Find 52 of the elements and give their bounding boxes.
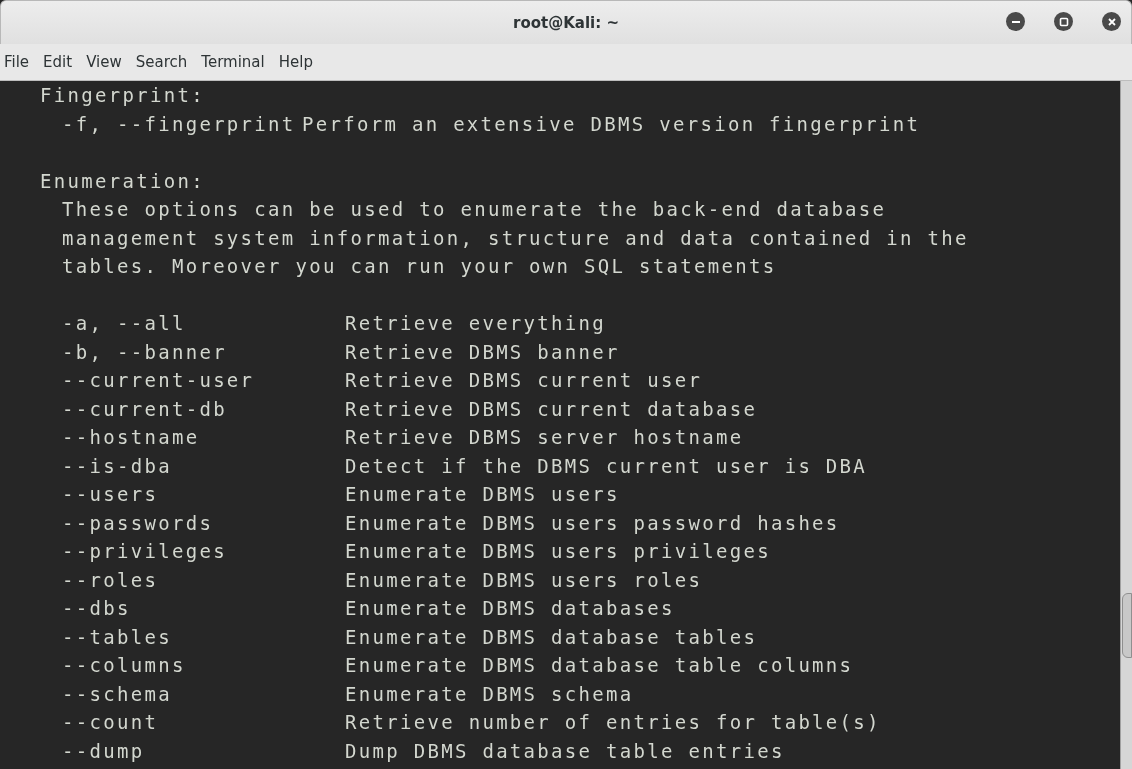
option-label: --schema — [62, 681, 172, 707]
option-description: Retrieve DBMS current user — [345, 368, 703, 393]
option-description: Retrieve DBMS banner — [345, 339, 620, 365]
close-icon — [1106, 16, 1117, 27]
option-description: Retrieve number of entries for table(s) — [345, 710, 881, 735]
menu-item[interactable]: Edit — [43, 53, 73, 71]
option-description: Dump DBMS database table entries — [345, 738, 785, 764]
option-label: -a, --all — [62, 311, 186, 336]
section-heading: Fingerprint: — [40, 83, 206, 108]
menu-item[interactable]: Help — [278, 53, 313, 71]
option-label: --roles — [62, 567, 159, 593]
option-label: --current-db — [62, 396, 227, 422]
option-description: Retrieve DBMS current database — [345, 396, 758, 422]
option-label: --tables — [62, 624, 172, 650]
minimize-button[interactable] — [1006, 12, 1025, 31]
menu-item[interactable]: File — [4, 53, 30, 71]
option-description: Perform an extensive DBMS version fingerprint — [302, 111, 921, 137]
option-label: --dump — [62, 738, 145, 764]
option-label: --dbs — [62, 596, 131, 621]
scrollbar-thumb[interactable] — [1122, 593, 1132, 658]
option-label: --count — [62, 710, 159, 735]
option-label: -f, --fingerprint — [62, 111, 296, 137]
description-line: tables. Moreover you can run your own SQL statements — [61, 254, 778, 279]
menu-item[interactable]: Terminal — [201, 53, 265, 71]
maximize-button[interactable] — [1054, 12, 1073, 31]
description-line: These options can be used to enumerate the back-end database — [61, 197, 888, 222]
menu-item[interactable]: View — [86, 53, 122, 71]
option-label: --current-user — [62, 368, 255, 393]
maximize-icon — [1058, 16, 1069, 27]
option-label: --hostname — [62, 425, 200, 450]
menu-item[interactable]: Search — [135, 53, 188, 71]
option-label: --users — [62, 482, 159, 507]
description-line: management system information, structure and data contained in the — [61, 225, 970, 251]
option-description: Retrieve everything — [345, 311, 607, 336]
option-description: Enumerate DBMS users roles — [345, 567, 703, 593]
option-label: --passwords — [62, 510, 214, 536]
option-description: Enumerate DBMS users — [345, 482, 620, 507]
option-label: --is-dba — [62, 453, 172, 479]
section-heading: Enumeration: — [40, 168, 206, 194]
window-title: root@Kali: ~ — [513, 13, 619, 32]
close-button[interactable] — [1102, 12, 1121, 31]
option-description: Enumerate DBMS users privileges — [345, 539, 771, 564]
option-label: --privileges — [62, 539, 227, 564]
option-label: -b, --banner — [62, 339, 227, 365]
option-description: Enumerate DBMS users password hashes — [345, 510, 840, 536]
option-description: Enumerate DBMS database table columns — [345, 653, 854, 678]
option-description: Enumerate DBMS database tables — [345, 624, 758, 650]
option-description: Detect if the DBMS current user is DBA — [345, 453, 868, 479]
option-description: Retrieve DBMS server hostname — [345, 425, 744, 450]
option-description: Enumerate DBMS schema — [345, 681, 634, 707]
option-description: Enumerate DBMS databases — [345, 596, 675, 621]
option-label: --columns — [62, 653, 186, 678]
